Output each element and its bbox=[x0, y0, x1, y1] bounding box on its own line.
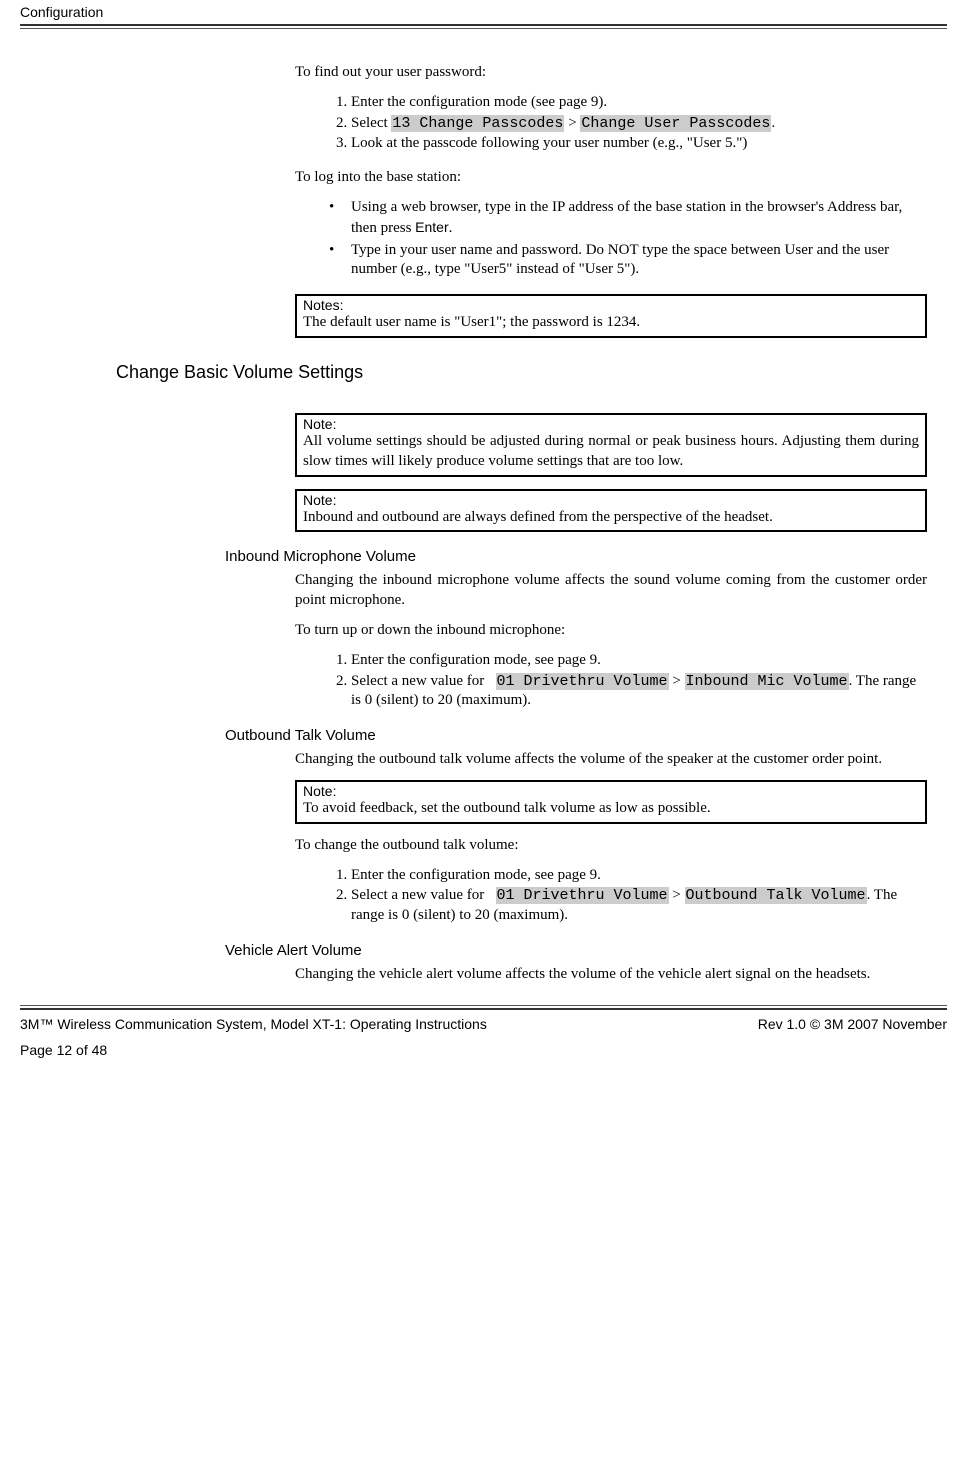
outbound-step-1: Enter the configuration mode, see page 9… bbox=[351, 866, 927, 886]
code-drivethru-volume: 01 Drivethru Volume bbox=[496, 673, 669, 690]
step-2-pre: Select bbox=[351, 115, 391, 131]
step-2-post: . bbox=[771, 115, 775, 131]
inbound-lead: To turn up or down the inbound microphon… bbox=[295, 621, 927, 641]
step-2: Select 13 Change Passcodes > Change User… bbox=[351, 114, 927, 134]
outbound-para: Changing the outbound talk volume affect… bbox=[295, 750, 927, 770]
footer-right: Rev 1.0 © 3M 2007 November bbox=[758, 1016, 947, 1032]
step-2-sep: > bbox=[564, 115, 580, 131]
note-perspective: Note: Inbound and outbound are always de… bbox=[295, 489, 927, 533]
footer-left: 3M™ Wireless Communication System, Model… bbox=[20, 1016, 487, 1032]
header-rule-thick bbox=[20, 24, 947, 26]
note-title: Notes: bbox=[303, 297, 919, 313]
code-inbound-mic-volume: Inbound Mic Volume bbox=[685, 673, 849, 690]
inbound-s2-sep: > bbox=[669, 673, 685, 689]
outbound-s2-pre: Select a new value for bbox=[351, 887, 496, 903]
inbound-step-1: Enter the configuration mode, see page 9… bbox=[351, 651, 927, 671]
login-bullet-1: Using a web browser, type in the IP addr… bbox=[323, 198, 927, 239]
note-title: Note: bbox=[303, 492, 919, 508]
inbound-steps: Enter the configuration mode, see page 9… bbox=[295, 651, 927, 711]
subsection-inbound-mic: Inbound Microphone Volume bbox=[225, 548, 927, 565]
vehicle-para: Changing the vehicle alert volume affect… bbox=[295, 965, 927, 985]
outbound-steps: Enter the configuration mode, see page 9… bbox=[295, 866, 927, 926]
code-change-user-passcodes: Change User Passcodes bbox=[580, 115, 771, 132]
running-header: Configuration bbox=[20, 4, 947, 22]
step-3: Look at the passcode following your user… bbox=[351, 134, 927, 154]
subsection-outbound-talk: Outbound Talk Volume bbox=[225, 727, 927, 744]
note-default-credentials: Notes: The default user name is "User1";… bbox=[295, 294, 927, 338]
outbound-step-2: Select a new value for 01 Drivethru Volu… bbox=[351, 886, 927, 926]
login-bullet-2: Type in your user name and password. Do … bbox=[323, 241, 927, 281]
note-body: All volume settings should be adjusted d… bbox=[303, 432, 919, 472]
page-number: Page 12 of 48 bbox=[20, 1032, 947, 1058]
inbound-step-2: Select a new value for 01 Drivethru Volu… bbox=[351, 672, 927, 712]
login-lead: To log into the base station: bbox=[295, 168, 927, 188]
code-drivethru-volume-2: 01 Drivethru Volume bbox=[496, 887, 669, 904]
footer: 3M™ Wireless Communication System, Model… bbox=[20, 1010, 947, 1032]
footer-rule-thin bbox=[20, 1005, 947, 1006]
find-password-steps: Enter the configuration mode (see page 9… bbox=[295, 93, 927, 154]
inbound-s2-pre: Select a new value for bbox=[351, 673, 496, 689]
section-change-volume: Change Basic Volume Settings bbox=[116, 362, 947, 383]
code-outbound-talk-volume: Outbound Talk Volume bbox=[685, 887, 867, 904]
login-bullets: Using a web browser, type in the IP addr… bbox=[295, 198, 927, 280]
note-title: Note: bbox=[303, 416, 919, 432]
find-password-lead: To find out your user password: bbox=[295, 63, 927, 83]
subsection-vehicle-alert: Vehicle Alert Volume bbox=[225, 942, 927, 959]
note-body: The default user name is "User1"; the pa… bbox=[303, 313, 919, 333]
note-body: To avoid feedback, set the outbound talk… bbox=[303, 799, 919, 819]
outbound-s2-sep: > bbox=[669, 887, 685, 903]
note-business-hours: Note: All volume settings should be adju… bbox=[295, 413, 927, 477]
outbound-lead: To change the outbound talk volume: bbox=[295, 836, 927, 856]
login-b1-post: . bbox=[449, 220, 453, 236]
note-title: Note: bbox=[303, 783, 919, 799]
inbound-para: Changing the inbound microphone volume a… bbox=[295, 571, 927, 611]
enter-key-text: Enter bbox=[415, 219, 448, 235]
note-body: Inbound and outbound are always defined … bbox=[303, 508, 919, 528]
code-change-passcodes: 13 Change Passcodes bbox=[391, 115, 564, 132]
note-feedback: Note: To avoid feedback, set the outboun… bbox=[295, 780, 927, 824]
step-1: Enter the configuration mode (see page 9… bbox=[351, 93, 927, 113]
